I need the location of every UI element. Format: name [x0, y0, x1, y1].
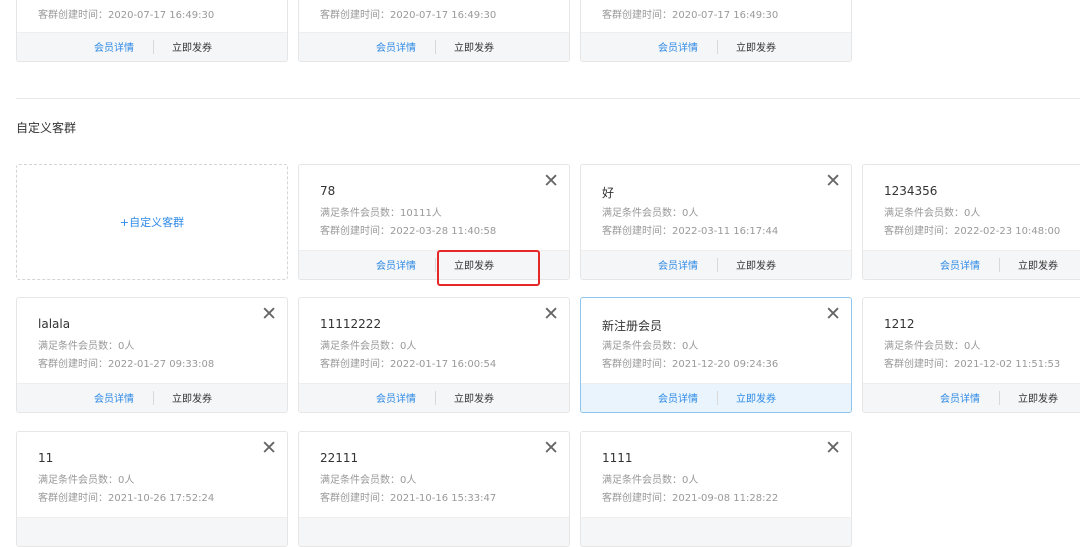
member-detail-button[interactable]: 会员详情: [94, 390, 134, 405]
card-footer: 会员详情 立即发券: [581, 383, 851, 412]
card-name: 22111: [320, 451, 359, 465]
close-icon[interactable]: ✕: [261, 438, 277, 458]
annotation-highlight-box: [437, 250, 540, 286]
divider: [153, 40, 154, 54]
customer-group-card: 1111 ✕ 满足条件会员数：0人 客群创建时间：2021-09-08 11:2…: [580, 431, 852, 547]
card-member-count: 满足条件会员数：0人: [884, 341, 981, 352]
close-icon[interactable]: ✕: [261, 304, 277, 324]
divider: [717, 258, 718, 272]
divider: [435, 40, 436, 54]
card-created-time: 客群创建时间：2022-02-23 10:48:00: [884, 226, 1061, 237]
card-name: lalala: [38, 317, 71, 331]
card-member-count: 满足条件会员数：0人: [38, 341, 135, 352]
customer-group-card: 1212 满足条件会员数：0人 客群创建时间：2021-12-02 11:51:…: [862, 297, 1080, 413]
customer-group-card: 11 ✕ 满足条件会员数：0人 客群创建时间：2021-10-26 17:52:…: [16, 431, 288, 547]
member-detail-button[interactable]: 会员详情: [940, 390, 980, 405]
card-member-count: 满足条件会员数：0人: [602, 475, 699, 486]
card-created-time: 客群创建时间：2021-09-08 11:28:22: [602, 493, 779, 504]
member-detail-button[interactable]: 会员详情: [658, 39, 698, 54]
card-name: 好: [602, 186, 615, 200]
card-footer: 会员详情 立即发券: [299, 383, 569, 412]
divider: [717, 40, 718, 54]
issue-coupon-button[interactable]: 立即发券: [736, 39, 776, 54]
card-created-time: 客群创建时间：2021-12-20 09:24:36: [602, 359, 779, 370]
card-footer: 会员详情 立即发券: [299, 32, 569, 61]
card-member-count: 满足条件会员数：0人: [320, 341, 417, 352]
member-detail-button[interactable]: 会员详情: [658, 257, 698, 272]
card-name: 78: [320, 184, 336, 198]
card-created-time: 客群创建时间：2020-07-17 16:49:30: [602, 10, 779, 21]
card-name: 新注册会员: [602, 319, 663, 333]
card-footer: 会员详情 立即发券: [581, 32, 851, 61]
card-member-count: 满足条件会员数：0人: [320, 475, 417, 486]
card-footer: [17, 517, 287, 546]
member-detail-button[interactable]: 会员详情: [658, 390, 698, 405]
close-icon[interactable]: ✕: [825, 438, 841, 458]
card-member-count: 满足条件会员数：0人: [38, 475, 135, 486]
issue-coupon-button[interactable]: 立即发券: [1018, 257, 1058, 272]
card-member-count: 满足条件会员数：0人: [884, 208, 981, 219]
add-custom-group-button[interactable]: +自定义客群: [16, 164, 288, 280]
customer-group-card: 好 ✕ 满足条件会员数：0人 客群创建时间：2022-03-11 16:17:4…: [580, 164, 852, 280]
card-member-count: 满足条件会员数：10111人: [320, 208, 442, 219]
member-detail-button[interactable]: 会员详情: [376, 257, 416, 272]
divider: [999, 258, 1000, 272]
close-icon[interactable]: ✕: [825, 304, 841, 324]
issue-coupon-button[interactable]: 立即发券: [736, 390, 776, 405]
divider: [435, 391, 436, 405]
card-created-time: 客群创建时间：2021-12-02 11:51:53: [884, 359, 1061, 370]
card-created-time: 客群创建时间：2021-10-16 15:33:47: [320, 493, 497, 504]
card-footer: 会员详情 立即发券: [17, 32, 287, 61]
customer-group-card: 22111 ✕ 满足条件会员数：0人 客群创建时间：2021-10-16 15:…: [298, 431, 570, 547]
section-title: 自定义客群: [16, 121, 77, 135]
divider: [435, 258, 436, 272]
issue-coupon-button[interactable]: 立即发券: [454, 390, 494, 405]
card-created-time: 客群创建时间：2022-03-11 16:17:44: [602, 226, 779, 237]
issue-coupon-button[interactable]: 立即发券: [454, 39, 494, 54]
card-footer: 会员详情 立即发券: [17, 383, 287, 412]
customer-group-card: 11112222 ✕ 满足条件会员数：0人 客群创建时间：2022-01-17 …: [298, 297, 570, 413]
member-detail-button[interactable]: 会员详情: [94, 39, 134, 54]
card-name: 1234356: [884, 184, 938, 198]
card-created-time: 客群创建时间：2020-07-17 16:49:30: [320, 10, 497, 21]
divider: [717, 391, 718, 405]
issue-coupon-button[interactable]: 立即发券: [1018, 390, 1058, 405]
card-footer: 会员详情 立即发券: [581, 250, 851, 279]
card-member-count: 满足条件会员数：0人: [602, 341, 699, 352]
card-created-time: 客群创建时间：2022-01-27 09:33:08: [38, 359, 215, 370]
customer-group-card: 客群创建时间：2020-07-17 16:49:30 会员详情 立即发券: [16, 0, 288, 62]
card-footer: 会员详情 立即发券: [863, 250, 1080, 279]
card-name: 1111: [602, 451, 633, 465]
divider: [999, 391, 1000, 405]
card-footer: [299, 517, 569, 546]
card-name: 1212: [884, 317, 915, 331]
card-footer: [581, 517, 851, 546]
card-created-time: 客群创建时间：2022-01-17 16:00:54: [320, 359, 497, 370]
customer-group-card: 1234356 满足条件会员数：0人 客群创建时间：2022-02-23 10:…: [862, 164, 1080, 280]
card-footer: 会员详情 立即发券: [863, 383, 1080, 412]
card-created-time: 客群创建时间：2021-10-26 17:52:24: [38, 493, 215, 504]
customer-group-card: 客群创建时间：2020-07-17 16:49:30 会员详情 立即发券: [580, 0, 852, 62]
card-created-time: 客群创建时间：2020-07-17 16:49:30: [38, 10, 215, 21]
close-icon[interactable]: ✕: [825, 171, 841, 191]
customer-group-card: lalala ✕ 满足条件会员数：0人 客群创建时间：2022-01-27 09…: [16, 297, 288, 413]
customer-group-card: 客群创建时间：2020-07-17 16:49:30 会员详情 立即发券: [298, 0, 570, 62]
close-icon[interactable]: ✕: [543, 438, 559, 458]
card-created-time: 客群创建时间：2022-03-28 11:40:58: [320, 226, 497, 237]
member-detail-button[interactable]: 会员详情: [376, 390, 416, 405]
section-divider: [16, 98, 1080, 99]
customer-group-card-selected: 新注册会员 ✕ 满足条件会员数：0人 客群创建时间：2021-12-20 09:…: [580, 297, 852, 413]
issue-coupon-button[interactable]: 立即发券: [736, 257, 776, 272]
card-name: 11: [38, 451, 54, 465]
card-name: 11112222: [320, 317, 382, 331]
card-member-count: 满足条件会员数：0人: [602, 208, 699, 219]
add-custom-group-label: +自定义客群: [119, 216, 185, 229]
close-icon[interactable]: ✕: [543, 304, 559, 324]
divider: [153, 391, 154, 405]
issue-coupon-button[interactable]: 立即发券: [172, 39, 212, 54]
close-icon[interactable]: ✕: [543, 171, 559, 191]
member-detail-button[interactable]: 会员详情: [376, 39, 416, 54]
member-detail-button[interactable]: 会员详情: [940, 257, 980, 272]
issue-coupon-button[interactable]: 立即发券: [172, 390, 212, 405]
